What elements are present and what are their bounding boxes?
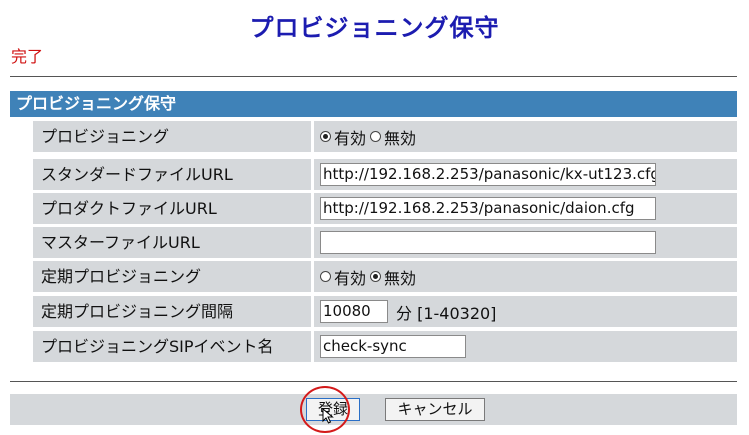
register-button[interactable]: 登録 bbox=[306, 398, 360, 421]
row-product-file-url: プロダクトファイルURL http://192.168.2.253/panaso… bbox=[33, 193, 737, 224]
value-periodic-provisioning: 有効 無効 bbox=[314, 261, 737, 292]
value-master-file-url bbox=[314, 227, 737, 258]
row-periodic-provisioning: 定期プロビジョニング 有効 無効 bbox=[33, 261, 737, 292]
periodic-interval-unit: 分 [1-40320] bbox=[396, 303, 497, 323]
row-standard-file-url: スタンダードファイルURL http://192.168.2.253/panas… bbox=[33, 159, 737, 190]
page-title: プロビジョニング保守 bbox=[249, 14, 500, 42]
button-bar: 登録 キャンセル bbox=[10, 394, 737, 425]
radio-periodic-enabled-unchecked-icon[interactable] bbox=[320, 271, 331, 282]
value-product-file-url: http://192.168.2.253/panasonic/daion.cfg bbox=[314, 193, 737, 224]
divider-bottom bbox=[10, 381, 737, 382]
label-standard-file-url: スタンダードファイルURL bbox=[33, 159, 311, 190]
row-periodic-interval: 定期プロビジョニング間隔 10080 分 [1-40320] bbox=[33, 296, 737, 327]
label-sip-event-name: プロビジョニングSIPイベント名 bbox=[33, 331, 311, 362]
label-periodic-interval: 定期プロビジョニング間隔 bbox=[33, 296, 311, 327]
divider-top bbox=[10, 76, 737, 77]
label-product-file-url: プロダクトファイルURL bbox=[33, 193, 311, 224]
radio-periodic-enabled[interactable]: 有効 bbox=[320, 265, 366, 289]
value-provisioning: 有効 無効 bbox=[314, 121, 737, 152]
row-provisioning: プロビジョニング 有効 無効 bbox=[33, 121, 737, 152]
radio-provisioning-enabled-label: 有効 bbox=[334, 128, 367, 148]
radio-periodic-enabled-label: 有効 bbox=[334, 268, 367, 288]
product-file-url-input[interactable]: http://192.168.2.253/panasonic/daion.cfg bbox=[320, 197, 656, 220]
label-provisioning: プロビジョニング bbox=[33, 121, 311, 152]
master-file-url-input[interactable] bbox=[320, 231, 656, 254]
section-header: プロビジョニング保守 bbox=[10, 91, 737, 117]
radio-enabled-checked-icon[interactable] bbox=[320, 131, 331, 142]
radio-provisioning-disabled[interactable]: 無効 bbox=[370, 125, 416, 149]
row-master-file-url: マスターファイルURL bbox=[33, 227, 737, 258]
status-message: 完了 bbox=[11, 47, 44, 66]
value-periodic-interval: 10080 分 [1-40320] bbox=[314, 296, 737, 327]
label-master-file-url: マスターファイルURL bbox=[33, 227, 311, 258]
radio-periodic-disabled-label: 無効 bbox=[384, 268, 417, 288]
radio-periodic-disabled[interactable]: 無効 bbox=[370, 265, 416, 289]
label-periodic-provisioning: 定期プロビジョニング bbox=[33, 261, 311, 292]
row-sip-event-name: プロビジョニングSIPイベント名 check-sync bbox=[33, 331, 737, 362]
radio-provisioning-disabled-label: 無効 bbox=[384, 128, 417, 148]
sip-event-name-input[interactable]: check-sync bbox=[320, 335, 466, 358]
radio-disabled-unchecked-icon[interactable] bbox=[370, 131, 382, 142]
standard-file-url-input[interactable]: http://192.168.2.253/panasonic/kx-ut123.… bbox=[320, 163, 656, 186]
periodic-interval-input[interactable]: 10080 bbox=[320, 300, 388, 323]
cancel-button[interactable]: キャンセル bbox=[385, 398, 485, 421]
radio-periodic-disabled-checked-icon[interactable] bbox=[370, 271, 382, 282]
value-sip-event-name: check-sync bbox=[314, 331, 737, 362]
radio-provisioning-enabled[interactable]: 有効 bbox=[320, 125, 366, 149]
value-standard-file-url: http://192.168.2.253/panasonic/kx-ut123.… bbox=[314, 159, 737, 190]
provisioning-maintenance-page: プロビジョニング保守 完了 プロビジョニング保守 プロビジョニング 有効 無効 … bbox=[0, 0, 749, 435]
